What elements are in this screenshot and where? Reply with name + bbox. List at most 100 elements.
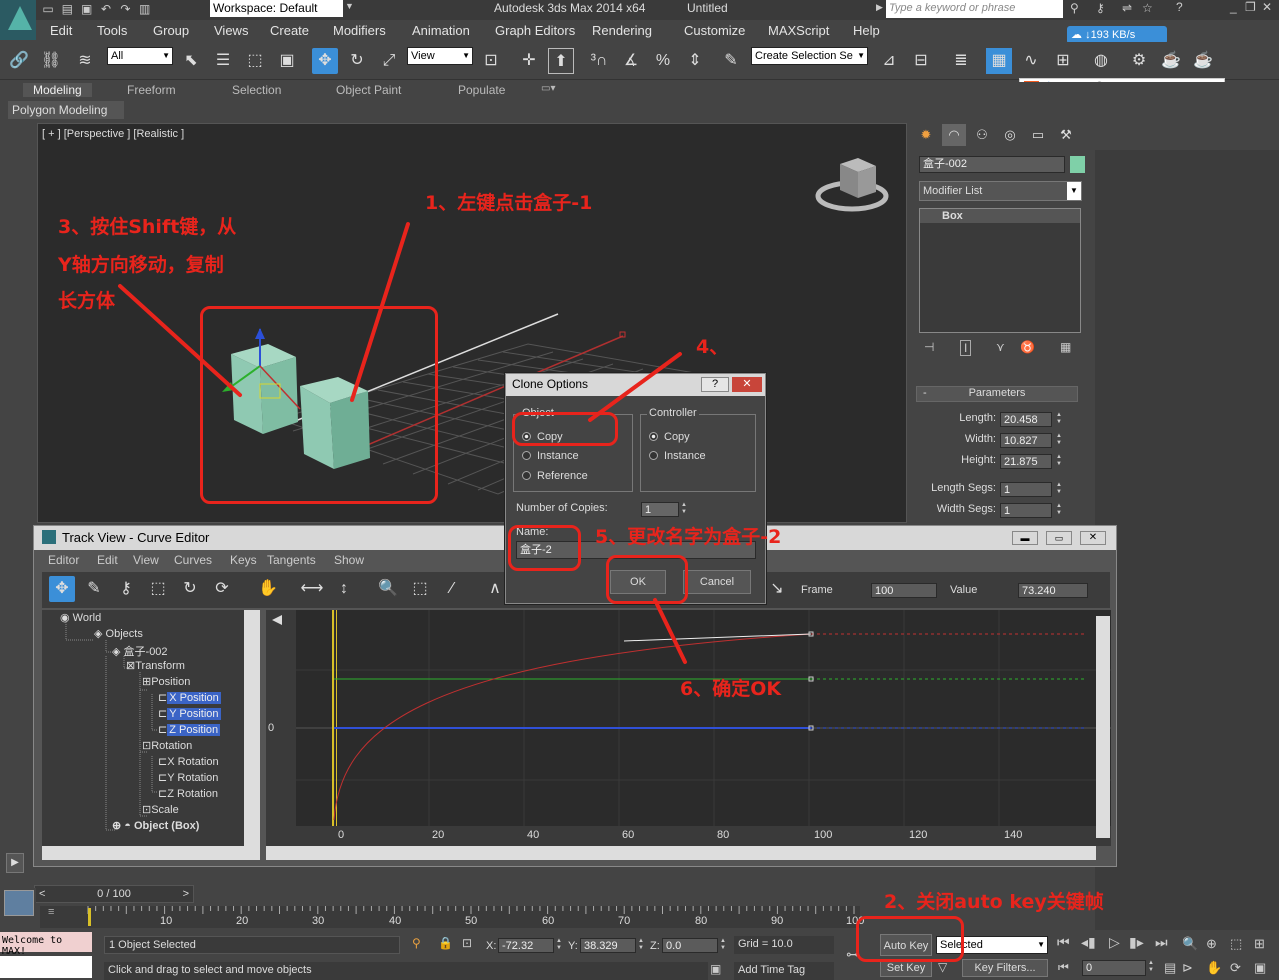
tv-menu-editor[interactable]: Editor bbox=[48, 553, 79, 567]
menu-help[interactable]: Help bbox=[853, 23, 880, 38]
object-instance-radio[interactable]: Instance bbox=[522, 450, 579, 462]
tree-item-x-position[interactable]: ⊏ X Position bbox=[158, 691, 221, 704]
frame-horizontal-icon[interactable]: ⟷ bbox=[299, 576, 325, 602]
z-spinner-icon[interactable]: ▲ ▼ bbox=[720, 938, 729, 953]
menu-rendering[interactable]: Rendering bbox=[592, 23, 652, 38]
track-bar-filter-icon[interactable]: ≡ bbox=[48, 906, 54, 918]
help-icon[interactable]: ? bbox=[1176, 0, 1183, 14]
key-filters-button[interactable]: Key Filters... bbox=[962, 959, 1048, 977]
tree-item-z-position[interactable]: ⊏ Z Position bbox=[158, 723, 221, 736]
frame-field[interactable]: 100 bbox=[871, 583, 937, 598]
selection-filter-dropdown[interactable]: All bbox=[107, 47, 173, 65]
restore-icon[interactable]: ❐ bbox=[1245, 0, 1256, 14]
undo-icon[interactable]: ↶ bbox=[98, 2, 114, 16]
maxscript-listener[interactable]: Welcome to MAX! bbox=[0, 932, 92, 957]
key-icon[interactable]: ⚷ bbox=[1096, 1, 1105, 15]
minimize-icon[interactable]: _ bbox=[1230, 0, 1237, 14]
tv-maximize-icon[interactable]: ▭ bbox=[1046, 531, 1072, 545]
pan-icon[interactable]: ✋ bbox=[255, 576, 281, 602]
snaps-toggle-icon[interactable]: ³∩ bbox=[586, 48, 612, 74]
tab-modeling[interactable]: Modeling bbox=[23, 83, 92, 97]
tree-item-object-box[interactable]: ⊕ ◓ Object (Box) bbox=[112, 819, 199, 832]
curve-editor-icon[interactable]: ∿ bbox=[1018, 48, 1044, 74]
menu-views[interactable]: Views bbox=[214, 23, 248, 38]
binoculars-icon[interactable]: ⚲ bbox=[1070, 1, 1079, 15]
orbit-icon[interactable]: ⟳ bbox=[1230, 960, 1241, 976]
window-crossing-icon[interactable]: ▣ bbox=[274, 48, 300, 74]
copies-field[interactable]: 1 bbox=[641, 502, 679, 517]
draw-curves-icon[interactable]: ✎ bbox=[81, 576, 107, 602]
align-icon[interactable]: ⊟ bbox=[908, 48, 934, 74]
modify-tab-icon[interactable]: ◠ bbox=[942, 124, 966, 146]
show-end-result-icon[interactable]: I bbox=[960, 340, 972, 356]
search-input[interactable]: Type a keyword or phrase bbox=[886, 0, 1063, 18]
tree-item-x-rotation[interactable]: ⊏X Rotation bbox=[158, 755, 219, 768]
make-unique-icon[interactable]: ⋎ bbox=[996, 340, 1005, 354]
isolate-selection-icon[interactable]: ⚲ bbox=[412, 936, 421, 950]
chevron-down-icon[interactable]: ▼ bbox=[1067, 182, 1081, 200]
frame-spinner-icon[interactable]: ▲ ▼ bbox=[1148, 960, 1157, 975]
width-segs-spinner-icon[interactable]: ▲ ▼ bbox=[1056, 503, 1065, 518]
named-selection-dropdown[interactable]: Create Selection Se bbox=[751, 47, 868, 65]
modifier-stack[interactable]: Box bbox=[919, 208, 1081, 333]
perspective-viewport[interactable]: [ + ] [Perspective ] [Realistic ] bbox=[37, 123, 907, 523]
controller-copy-radio[interactable]: Copy bbox=[649, 431, 690, 443]
tv-close-icon[interactable]: ✕ bbox=[1080, 531, 1106, 545]
add-time-tag-button[interactable]: Add Time Tag bbox=[734, 962, 834, 980]
isolate-curve-icon[interactable]: ∕ bbox=[439, 576, 465, 602]
tab-object-paint[interactable]: Object Paint bbox=[336, 83, 401, 97]
tree-item-scale[interactable]: ⊡Scale bbox=[142, 803, 179, 816]
tab-selection[interactable]: Selection bbox=[232, 83, 281, 97]
select-move-icon[interactable]: ✥ bbox=[312, 48, 338, 74]
close-icon[interactable]: ✕ bbox=[1262, 0, 1272, 14]
time-slider-marker[interactable] bbox=[332, 610, 334, 846]
width-spinner-icon[interactable]: ▲ ▼ bbox=[1056, 433, 1065, 448]
controller-tree[interactable]: ◉ World ◈ Objects ◈ 盒子-002 ⊠Transform ⊞P… bbox=[42, 610, 252, 846]
link-icon[interactable]: 🔗 bbox=[6, 48, 32, 74]
rect-selection-icon[interactable]: ⬚ bbox=[242, 48, 268, 74]
previous-frame-icon[interactable]: ◂▮ bbox=[1081, 934, 1096, 951]
mirror-icon[interactable]: ⊿ bbox=[876, 48, 902, 74]
retime-all-icon[interactable]: ⟳ bbox=[209, 576, 235, 602]
next-frame-icon[interactable]: ▮▸ bbox=[1129, 934, 1144, 951]
menu-animation[interactable]: Animation bbox=[412, 23, 470, 38]
search-arrow-icon[interactable]: ▶ bbox=[876, 2, 883, 13]
menu-edit[interactable]: Edit bbox=[50, 23, 72, 38]
remove-modifier-icon[interactable]: ♉ bbox=[1020, 340, 1035, 354]
rendered-frame-icon[interactable]: ☕ bbox=[1158, 48, 1184, 74]
time-tag-icon[interactable]: ▣ bbox=[710, 962, 721, 976]
controller-instance-radio[interactable]: Instance bbox=[649, 450, 706, 462]
tree-item-y-rotation[interactable]: ⊏Y Rotation bbox=[158, 771, 218, 784]
length-segs-field[interactable]: 1 bbox=[1000, 482, 1052, 497]
z-coord-field[interactable]: 0.0 bbox=[662, 938, 718, 953]
material-editor-icon[interactable]: ◍ bbox=[1088, 48, 1114, 74]
tv-menu-tangents[interactable]: Tangents bbox=[267, 553, 316, 567]
open-file-icon[interactable]: ▤ bbox=[59, 2, 75, 16]
star-icon[interactable]: ☆ bbox=[1142, 1, 1153, 15]
workspace-arrow-icon[interactable]: ▼ bbox=[345, 1, 354, 11]
zoom-region-icon[interactable]: ⬚ bbox=[407, 576, 433, 602]
zoom-icon[interactable]: 🔍 bbox=[375, 576, 401, 602]
maximize-viewport-icon[interactable]: ▣ bbox=[1254, 960, 1266, 976]
redo-icon[interactable]: ↷ bbox=[117, 2, 133, 16]
motion-tab-icon[interactable]: ◎ bbox=[998, 124, 1022, 146]
spinner-snap-icon[interactable]: ⇕ bbox=[682, 48, 708, 74]
menu-modifiers[interactable]: Modifiers bbox=[333, 23, 386, 38]
track-bar[interactable]: ≡ 10 20 30 40 50 60 70 80 90 100 bbox=[40, 906, 864, 928]
tv-menu-edit[interactable]: Edit bbox=[97, 553, 118, 567]
tree-item-z-rotation[interactable]: ⊏Z Rotation bbox=[158, 787, 218, 800]
play-icon[interactable]: ▷ bbox=[1109, 934, 1120, 951]
tv-menu-show[interactable]: Show bbox=[334, 553, 364, 567]
select-rotate-icon[interactable]: ↻ bbox=[344, 48, 370, 74]
go-to-start-icon[interactable]: ⏮ bbox=[1057, 934, 1070, 951]
length-spinner-icon[interactable]: ▲ ▼ bbox=[1056, 412, 1065, 427]
time-slider-thumb[interactable]: < 0 / 100 > bbox=[34, 885, 194, 903]
ribbon-options-icon[interactable]: ▭▾ bbox=[541, 83, 555, 94]
parameters-rollout[interactable]: - Parameters bbox=[916, 386, 1078, 402]
schematic-view-icon[interactable]: ⊞ bbox=[1050, 48, 1076, 74]
polygon-modeling-panel[interactable]: Polygon Modeling bbox=[8, 101, 124, 119]
tab-populate[interactable]: Populate bbox=[458, 83, 505, 97]
zoom-extents-all-icon[interactable]: ⊞ bbox=[1254, 936, 1265, 952]
object-color-swatch[interactable] bbox=[1070, 156, 1085, 173]
cancel-button[interactable]: Cancel bbox=[683, 570, 751, 594]
